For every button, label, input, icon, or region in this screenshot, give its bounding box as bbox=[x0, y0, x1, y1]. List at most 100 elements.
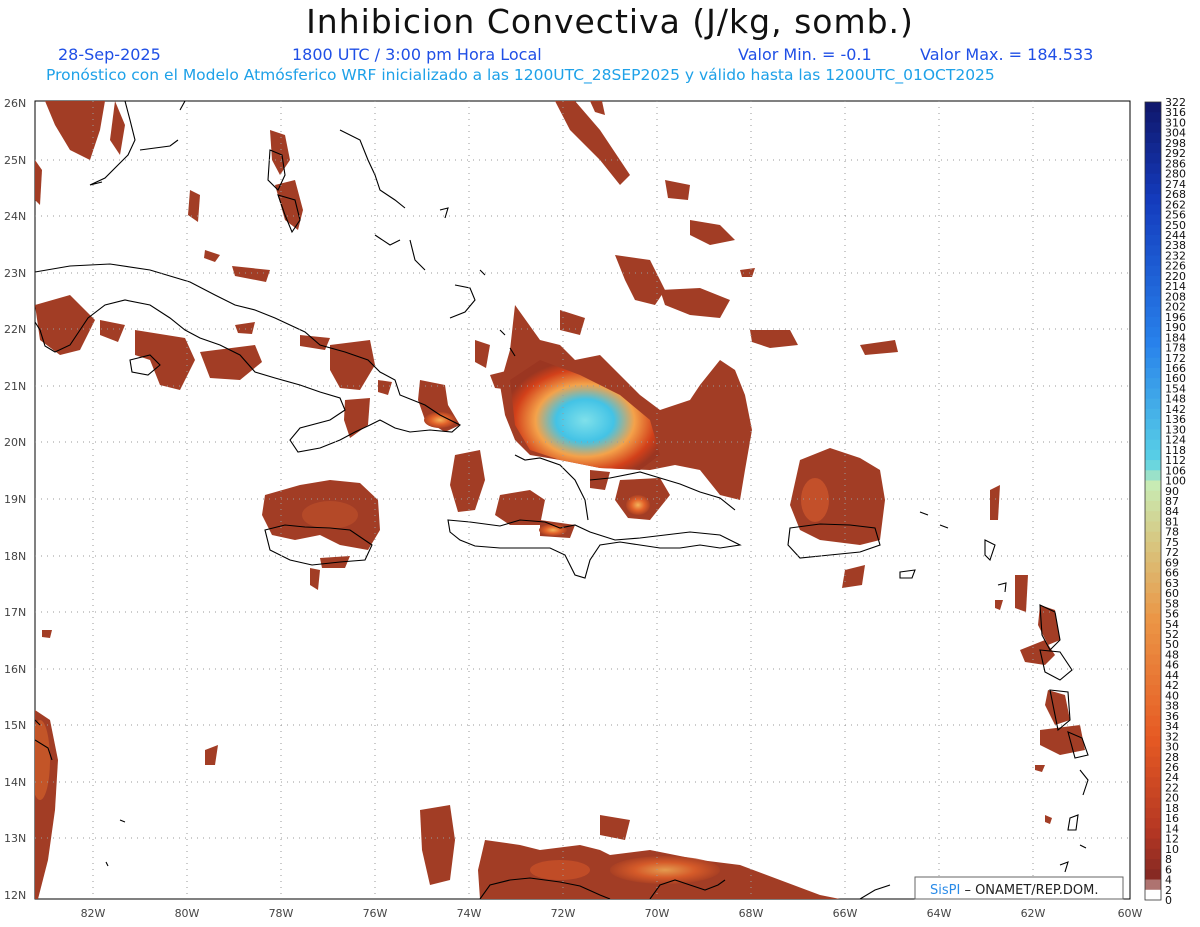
colorbar-swatch bbox=[1145, 562, 1161, 574]
lon-label: 62W bbox=[1021, 907, 1046, 920]
lon-label: 60W bbox=[1118, 907, 1143, 920]
colorbar-swatch bbox=[1145, 398, 1161, 410]
colorbar-swatch bbox=[1145, 603, 1161, 614]
colorbar-swatch bbox=[1145, 327, 1161, 338]
colorbar-swatch bbox=[1145, 889, 1161, 901]
colorbar-swatch bbox=[1145, 746, 1161, 758]
lat-label: 20N bbox=[4, 436, 26, 449]
colorbar: 3223163103042982922862802742682622562502… bbox=[1144, 96, 1186, 907]
colorbar-swatch bbox=[1145, 429, 1161, 441]
credit-box: SisPI – ONAMET/REP.DOM. bbox=[914, 876, 1124, 900]
colorbar-swatch bbox=[1145, 245, 1161, 256]
colorbar-swatch bbox=[1145, 705, 1161, 717]
colorbar-swatch bbox=[1145, 593, 1161, 604]
colorbar-swatch bbox=[1145, 296, 1161, 308]
lon-label: 78W bbox=[269, 907, 294, 920]
colorbar-swatch bbox=[1145, 838, 1161, 850]
colorbar-swatch bbox=[1145, 848, 1161, 860]
colorbar-swatch bbox=[1145, 623, 1161, 635]
lat-label: 26N bbox=[4, 97, 26, 110]
colorbar-swatch bbox=[1145, 306, 1161, 318]
colorbar-swatch bbox=[1145, 286, 1161, 297]
colorbar-swatch bbox=[1145, 756, 1161, 768]
lat-label: 14N bbox=[4, 776, 26, 789]
svg-text:SisPI – ONAMET/REP.DOM.: SisPI – ONAMET/REP.DOM. bbox=[930, 883, 1098, 898]
colorbar-swatch bbox=[1145, 726, 1161, 737]
colorbar-swatch bbox=[1145, 194, 1161, 205]
lat-label: 16N bbox=[4, 663, 26, 676]
colorbar-swatch bbox=[1145, 368, 1161, 379]
lat-label: 18N bbox=[4, 550, 26, 563]
colorbar-swatch bbox=[1145, 132, 1161, 144]
lon-label: 70W bbox=[645, 907, 670, 920]
colorbar-swatch bbox=[1145, 613, 1161, 625]
lat-label: 22N bbox=[4, 323, 26, 336]
colorbar-swatch bbox=[1145, 163, 1161, 175]
colorbar-swatch bbox=[1145, 552, 1161, 563]
colorbar-swatch bbox=[1145, 685, 1161, 696]
colorbar-swatch bbox=[1145, 357, 1161, 369]
colorbar-swatch bbox=[1145, 644, 1161, 655]
lat-label: 13N bbox=[4, 832, 26, 845]
colorbar-swatch bbox=[1145, 501, 1161, 512]
colorbar-swatch bbox=[1145, 869, 1161, 880]
colorbar-swatch bbox=[1145, 582, 1161, 594]
colorbar-swatch bbox=[1145, 316, 1161, 328]
lon-label: 76W bbox=[363, 907, 388, 920]
lat-label: 21N bbox=[4, 380, 26, 393]
colorbar-swatch bbox=[1145, 388, 1161, 400]
map-frame bbox=[34, 100, 1131, 900]
colorbar-label: 0 bbox=[1165, 894, 1172, 907]
colorbar-swatch bbox=[1145, 787, 1161, 799]
colorbar-swatch bbox=[1145, 777, 1161, 788]
colorbar-swatch bbox=[1145, 715, 1161, 727]
colorbar-swatch bbox=[1145, 449, 1161, 461]
lon-label: 74W bbox=[457, 907, 482, 920]
lat-label: 23N bbox=[4, 267, 26, 280]
colorbar-swatch bbox=[1145, 807, 1161, 819]
colorbar-swatch bbox=[1145, 797, 1161, 809]
colorbar-swatch bbox=[1145, 142, 1161, 154]
colorbar-swatch bbox=[1145, 664, 1161, 676]
longitude-axis: 82W 80W 78W 76W 74W 72W 70W 68W 66W 64W … bbox=[81, 907, 1143, 920]
colorbar-swatch bbox=[1145, 490, 1161, 502]
colorbar-swatch bbox=[1145, 112, 1161, 123]
colorbar-swatch bbox=[1145, 531, 1161, 543]
colorbar-swatch bbox=[1145, 879, 1161, 891]
lat-label: 19N bbox=[4, 493, 26, 506]
colorbar-swatch bbox=[1145, 235, 1161, 246]
colorbar-swatch bbox=[1145, 265, 1161, 277]
colorbar-swatch bbox=[1145, 736, 1161, 747]
colorbar-swatch bbox=[1145, 439, 1161, 451]
lat-label: 12N bbox=[4, 889, 26, 902]
colorbar-swatch bbox=[1145, 511, 1161, 522]
colorbar-swatch bbox=[1145, 419, 1161, 430]
colorbar-swatch bbox=[1145, 859, 1161, 870]
colorbar-swatch bbox=[1145, 153, 1161, 164]
colorbar-swatch bbox=[1145, 470, 1161, 481]
map-figure: 26N 25N 24N 23N 22N 21N 20N 19N 18N 17N … bbox=[4, 96, 1186, 920]
colorbar-swatch bbox=[1145, 541, 1161, 553]
latitude-axis: 26N 25N 24N 23N 22N 21N 20N 19N 18N 17N … bbox=[4, 97, 26, 902]
colorbar-swatch bbox=[1145, 347, 1161, 359]
lat-label: 25N bbox=[4, 154, 26, 167]
lon-label: 66W bbox=[833, 907, 858, 920]
colorbar-swatch bbox=[1145, 214, 1161, 226]
lon-label: 64W bbox=[927, 907, 952, 920]
colorbar-swatch bbox=[1145, 183, 1161, 195]
colorbar-swatch bbox=[1145, 408, 1161, 420]
credit-brand: SisPI bbox=[930, 883, 960, 898]
colorbar-swatch bbox=[1145, 204, 1161, 215]
colorbar-swatch bbox=[1145, 828, 1161, 840]
lat-label: 17N bbox=[4, 606, 26, 619]
colorbar-swatch bbox=[1145, 767, 1161, 778]
colorbar-swatch bbox=[1145, 572, 1161, 584]
colorbar-swatch bbox=[1145, 654, 1161, 666]
colorbar-swatch bbox=[1145, 695, 1161, 707]
colorbar-swatch bbox=[1145, 521, 1161, 533]
colorbar-swatch bbox=[1145, 674, 1161, 686]
lat-label: 24N bbox=[4, 210, 26, 223]
lon-label: 82W bbox=[81, 907, 106, 920]
colorbar-swatch bbox=[1145, 102, 1161, 113]
colorbar-swatch bbox=[1145, 378, 1161, 389]
